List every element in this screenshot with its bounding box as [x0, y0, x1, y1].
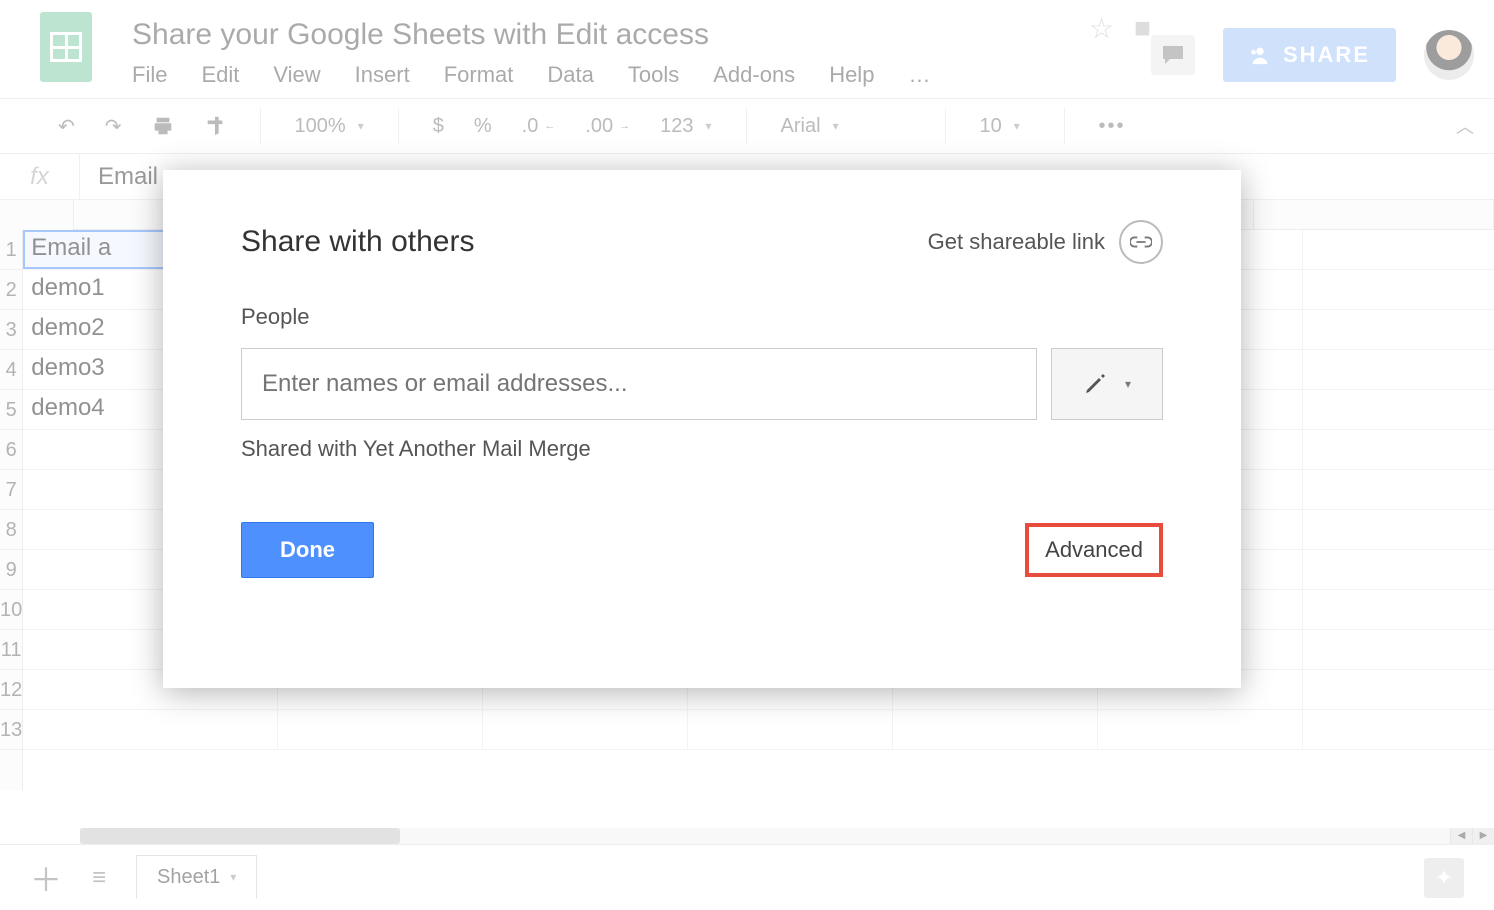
- pencil-icon: [1083, 372, 1107, 396]
- comments-button[interactable]: [1151, 35, 1195, 75]
- link-icon: [1119, 220, 1163, 264]
- menu-edit[interactable]: Edit: [201, 62, 239, 88]
- collapse-toolbar-icon[interactable]: ︿: [1456, 113, 1474, 139]
- menu-file[interactable]: File: [132, 62, 167, 88]
- column-header[interactable]: [1254, 200, 1494, 229]
- people-label: People: [241, 304, 1163, 330]
- advanced-button[interactable]: Advanced: [1025, 523, 1163, 577]
- cell[interactable]: [23, 710, 278, 749]
- cell[interactable]: [1303, 510, 1494, 549]
- row-header[interactable]: 12: [0, 670, 22, 710]
- row-header[interactable]: 2: [0, 270, 22, 310]
- sheets-logo-icon[interactable]: [40, 12, 92, 82]
- undo-button[interactable]: ↶: [48, 110, 85, 143]
- add-sheet-button[interactable]: ＋: [30, 855, 62, 901]
- star-icon[interactable]: ☆: [1089, 12, 1114, 45]
- cell[interactable]: [1303, 630, 1494, 669]
- cell[interactable]: [688, 710, 893, 749]
- print-button[interactable]: [142, 111, 184, 141]
- row-header[interactable]: 10: [0, 590, 22, 630]
- fx-label: fx: [0, 154, 80, 199]
- menu-insert[interactable]: Insert: [355, 62, 410, 88]
- cell[interactable]: [1303, 430, 1494, 469]
- cell[interactable]: [1303, 270, 1494, 309]
- cell[interactable]: [1303, 550, 1494, 589]
- row-header[interactable]: 13: [0, 710, 22, 750]
- people-input[interactable]: [241, 348, 1037, 420]
- sheet-tab[interactable]: Sheet1: [136, 855, 257, 899]
- menu-format[interactable]: Format: [444, 62, 514, 88]
- paint-format-button[interactable]: [194, 111, 236, 141]
- menu-view[interactable]: View: [273, 62, 320, 88]
- font-size-select[interactable]: 10: [970, 111, 1040, 142]
- explore-button[interactable]: ✦: [1424, 858, 1464, 898]
- document-title[interactable]: Share your Google Sheets with Edit acces…: [132, 12, 1089, 62]
- share-dialog: Share with others Get shareable link Peo…: [163, 170, 1241, 688]
- cell[interactable]: [1303, 350, 1494, 389]
- redo-button[interactable]: ↷: [95, 110, 132, 143]
- increase-decimal-button[interactable]: .00→: [575, 111, 640, 142]
- done-button[interactable]: Done: [241, 522, 374, 578]
- menubar: File Edit View Insert Format Data Tools …: [132, 62, 1089, 98]
- scroll-right-icon[interactable]: ▶: [1472, 828, 1494, 844]
- currency-button[interactable]: $: [423, 111, 454, 142]
- permission-dropdown[interactable]: [1051, 348, 1163, 420]
- zoom-select[interactable]: 100%: [285, 111, 374, 142]
- cell[interactable]: [1303, 230, 1494, 269]
- folder-icon[interactable]: ■: [1134, 12, 1151, 44]
- cell[interactable]: [1303, 310, 1494, 349]
- toolbar-more-button[interactable]: •••: [1089, 111, 1136, 142]
- font-select[interactable]: Arial: [771, 111, 921, 142]
- cell[interactable]: [1303, 470, 1494, 509]
- share-dialog-title: Share with others: [241, 225, 474, 259]
- cell[interactable]: [1098, 710, 1303, 749]
- cell[interactable]: [1303, 670, 1494, 709]
- all-sheets-button[interactable]: ≡: [92, 864, 106, 892]
- row-header[interactable]: 4: [0, 350, 22, 390]
- share-button-label: SHARE: [1283, 42, 1370, 68]
- user-avatar[interactable]: [1424, 30, 1474, 80]
- row-header[interactable]: 3: [0, 310, 22, 350]
- menu-help[interactable]: Help: [829, 62, 874, 88]
- decrease-decimal-button[interactable]: .0←: [512, 111, 566, 142]
- row-header[interactable]: 1: [0, 230, 22, 270]
- row-header[interactable]: 11: [0, 630, 22, 670]
- share-button[interactable]: SHARE: [1223, 28, 1396, 82]
- shared-with-note: Shared with Yet Another Mail Merge: [241, 436, 1163, 462]
- toolbar: ↶ ↷ 100% $ % .0← .00→ 123 Arial 10 ••• ︿: [0, 98, 1494, 154]
- number-format-select[interactable]: 123: [650, 111, 721, 142]
- menu-more[interactable]: …: [908, 62, 930, 88]
- scroll-left-icon[interactable]: ◀: [1450, 828, 1472, 844]
- row-header[interactable]: 7: [0, 470, 22, 510]
- get-shareable-link-button[interactable]: Get shareable link: [928, 220, 1163, 264]
- cell[interactable]: [1303, 390, 1494, 429]
- cell[interactable]: [1303, 710, 1494, 749]
- percent-button[interactable]: %: [464, 111, 502, 142]
- horizontal-scrollbar[interactable]: [80, 828, 1464, 844]
- formula-bar-input[interactable]: Email: [80, 163, 158, 191]
- row-header[interactable]: 5: [0, 390, 22, 430]
- menu-tools[interactable]: Tools: [628, 62, 679, 88]
- menu-addons[interactable]: Add-ons: [713, 62, 795, 88]
- menu-data[interactable]: Data: [547, 62, 593, 88]
- cell[interactable]: [1303, 590, 1494, 629]
- row-header[interactable]: 6: [0, 430, 22, 470]
- row-header[interactable]: 8: [0, 510, 22, 550]
- cell[interactable]: [278, 710, 483, 749]
- cell[interactable]: [893, 710, 1098, 749]
- cell[interactable]: [483, 710, 688, 749]
- row-header[interactable]: 9: [0, 550, 22, 590]
